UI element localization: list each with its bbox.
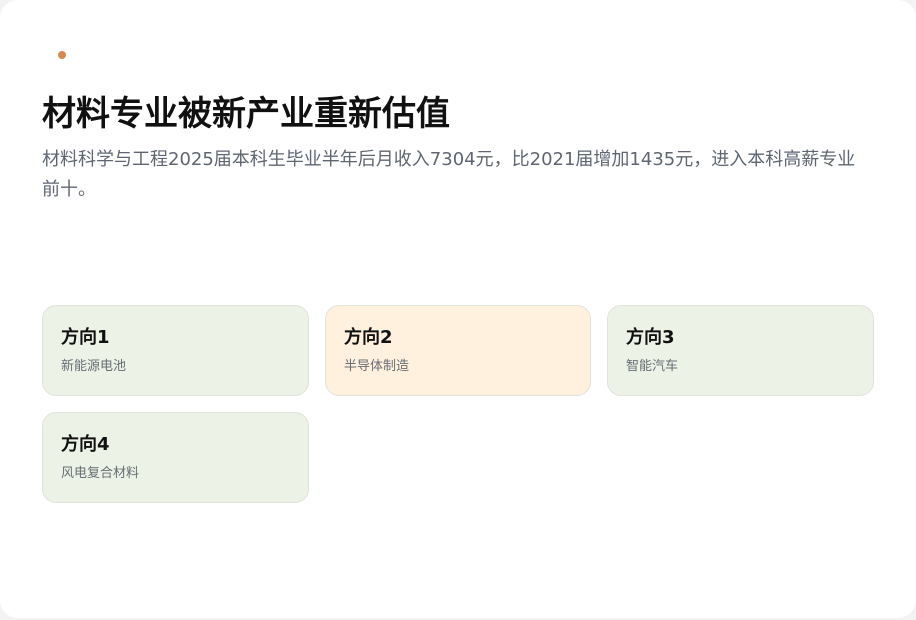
direction-card-3: 方向3 智能汽车 <box>607 305 874 396</box>
direction-cards: 方向1 新能源电池 方向2 半导体制造 方向3 智能汽车 方向4 风电复合材料 <box>42 305 874 503</box>
card-description: 风电复合材料 <box>61 466 140 481</box>
card-description: 智能汽车 <box>626 359 679 374</box>
card-title: 方向3 <box>626 327 675 348</box>
card-title: 方向4 <box>61 434 110 455</box>
card-description: 半导体制造 <box>344 359 410 374</box>
accent-dot <box>58 51 66 59</box>
page-title: 材料专业被新产业重新估值 <box>42 94 450 134</box>
direction-card-1: 方向1 新能源电池 <box>42 305 309 396</box>
infographic-page: 材料专业被新产业重新估值 材料科学与工程2025届本科生毕业半年后月收入7304… <box>0 0 916 618</box>
card-title: 方向1 <box>61 327 110 348</box>
page-subtitle: 材料科学与工程2025届本科生毕业半年后月收入7304元，比2021届增加143… <box>42 149 856 200</box>
direction-card-2: 方向2 半导体制造 <box>325 305 591 396</box>
card-description: 新能源电池 <box>61 359 127 374</box>
card-title: 方向2 <box>344 327 393 348</box>
direction-card-4: 方向4 风电复合材料 <box>42 412 309 503</box>
